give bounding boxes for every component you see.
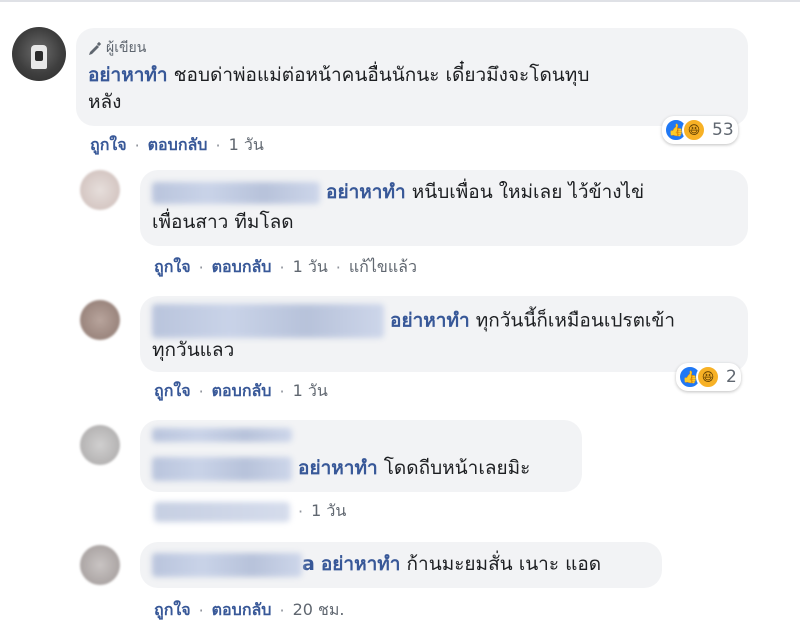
mention-link[interactable]: อย่าหาทำ — [88, 64, 168, 86]
timestamp[interactable]: 20 ชม. — [293, 598, 345, 623]
timestamp[interactable]: 1 วัน — [229, 133, 264, 158]
reply-bubble: อย่าหาทำ โดดถีบหน้าเลยมิะ — [140, 420, 582, 492]
pencil-icon — [89, 41, 102, 55]
haha-icon: 😆 — [682, 118, 706, 142]
reply-bubble: อย่าหาทำ ทุกวันนี้ก็เหมือนเปรตเข้า ทุกวั… — [140, 296, 748, 372]
reply-avatar[interactable] — [80, 545, 120, 585]
reply-actions: ถูกใจ · ตอบกลับ · 1 วัน · แก้ไขแล้ว — [154, 255, 417, 280]
reply-button[interactable]: ตอบกลับ — [212, 379, 272, 404]
mention-link[interactable]: อย่าหาทำ — [326, 181, 406, 203]
reply-text: โดดถีบหน้าเลยมิะ — [383, 457, 531, 479]
reply-text-line1: ทุกวันนี้ก็เหมือนเปรตเข้า — [475, 309, 676, 332]
name-suffix[interactable]: a — [302, 553, 315, 575]
haha-icon: 😆 — [696, 365, 720, 389]
blurred-name — [152, 552, 302, 577]
like-button[interactable]: ถูกใจ — [154, 379, 191, 404]
reply-text-line2: ทุกวันแลว — [152, 339, 235, 361]
like-button[interactable]: ถูกใจ — [154, 255, 191, 280]
author-badge: ผู้เขียน — [88, 34, 146, 62]
reply-button[interactable]: ตอบกลับ — [212, 255, 272, 280]
reply-text-line2: เพื่อนสาว ทีมโลด — [152, 211, 294, 233]
reaction-summary[interactable]: 👍 😆 2 — [676, 363, 741, 391]
reply-bubble: อย่าหาทำ หนีบเพื่อน ใหม่เลย ไว้ข้างไข่ เ… — [140, 170, 748, 246]
blurred-name — [152, 304, 384, 338]
comment-text-line2: หลัง — [88, 91, 122, 113]
mention-link[interactable]: อย่าหาทำ — [321, 553, 401, 575]
edited-label[interactable]: แก้ไขแล้ว — [349, 255, 417, 280]
reply-text-line1: หนีบเพื่อน ใหม่เลย ไว้ข้างไข่ — [411, 181, 645, 203]
timestamp[interactable]: 1 วัน — [293, 255, 328, 280]
author-tag-label: ผู้เขียน — [106, 40, 147, 56]
mention-link[interactable]: อย่าหาทำ — [390, 310, 470, 332]
reply-avatar[interactable] — [80, 300, 120, 340]
like-button[interactable]: ถูกใจ — [90, 133, 127, 158]
top-divider — [0, 0, 800, 2]
main-comment-bubble: ผู้เขียน อย่าหาทำ ชอบด่าพ่อแม่ต่อหน้าคนอ… — [76, 28, 748, 126]
comment-text-line1: ชอบด่าพ่อแม่ต่อหน้าคนอื่นนักนะ เดี๋ยวมึง… — [173, 64, 590, 86]
reply-avatar[interactable] — [80, 425, 120, 465]
reply-actions: ถูกใจ · ตอบกลับ · 20 ชม. — [154, 598, 345, 623]
blurred-name — [152, 456, 292, 481]
reaction-count: 53 — [712, 120, 734, 140]
mention-link[interactable]: อย่าหาทำ — [298, 457, 378, 479]
blurred-name — [152, 181, 320, 204]
reply-text: ก้านมะยมสั่น เนาะ แอด — [406, 553, 602, 575]
like-button[interactable]: ถูกใจ — [154, 598, 191, 623]
comment-actions: ถูกใจ · ตอบกลับ · 1 วัน — [90, 133, 264, 158]
reply-actions: ถูกใจ · ตอบกลับ · 1 วัน — [154, 379, 328, 404]
timestamp[interactable]: 1 วัน — [293, 379, 328, 404]
reply-button[interactable]: ตอบกลับ — [212, 598, 272, 623]
reply-button[interactable]: ตอบกลับ — [148, 133, 208, 158]
reply-actions: · 1 วัน — [154, 499, 346, 524]
reaction-summary[interactable]: 👍 😆 53 — [662, 116, 738, 144]
reaction-count: 2 — [726, 367, 737, 387]
reply-bubble: a อย่าหาทำ ก้านมะยมสั่น เนาะ แอด — [140, 542, 662, 588]
author-avatar[interactable] — [12, 27, 66, 81]
blurred-actions — [154, 501, 290, 522]
blurred-name — [152, 428, 292, 442]
timestamp[interactable]: 1 วัน — [311, 499, 346, 524]
reply-avatar[interactable] — [80, 170, 120, 210]
